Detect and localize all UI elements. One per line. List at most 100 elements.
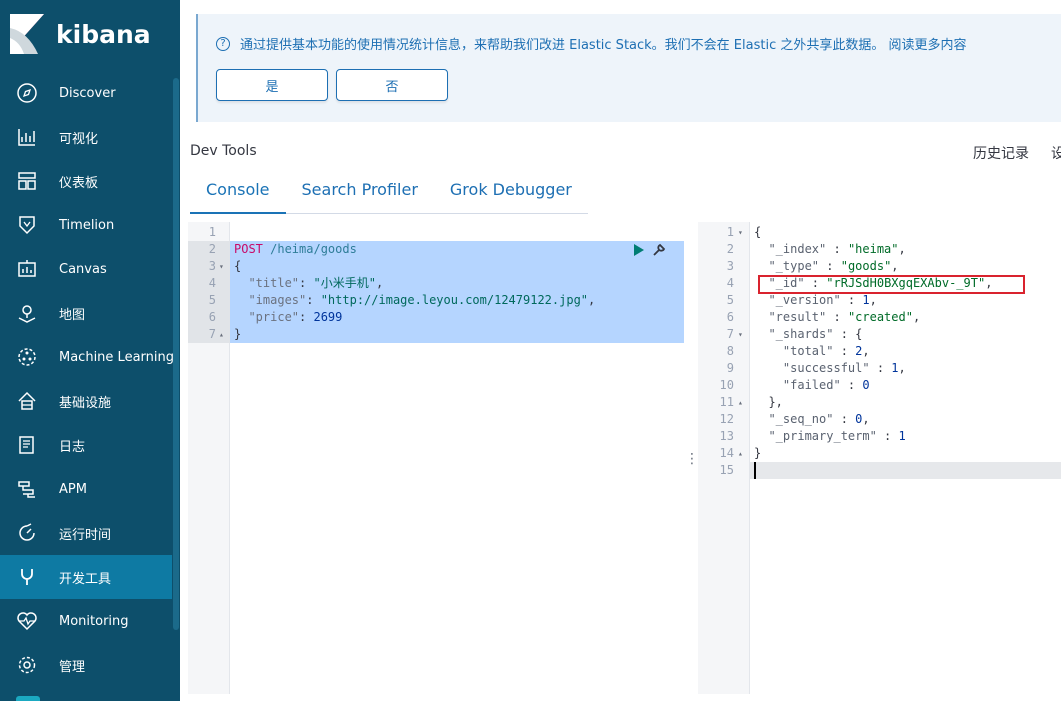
panel-resizer[interactable]: ⋮ — [685, 452, 699, 466]
settings-link[interactable]: 设 — [1051, 143, 1061, 163]
line-number: 7 — [208, 327, 216, 341]
json-string-value: "http://image.leyou.com/12479122.jpg" — [320, 293, 589, 307]
wrench-icon[interactable] — [652, 243, 666, 257]
code-line: 9 "successful" : 1, — [698, 360, 1061, 377]
line-number: 1 — [208, 225, 216, 239]
sidebar-scrollbar[interactable] — [173, 78, 179, 630]
json-separator: : — [833, 412, 856, 426]
fold-toggle-icon[interactable]: ▴ — [738, 394, 743, 411]
code-text: }, — [754, 394, 782, 411]
sidebar-item-logs[interactable]: 日志 — [0, 423, 172, 467]
sidebar-item-apm[interactable]: APM — [0, 467, 172, 511]
sidebar-item-visualize[interactable]: 可视化 — [0, 115, 172, 159]
sidebar-item-label: Discover — [59, 85, 116, 101]
sidebar-item-dashboard[interactable]: 仪表板 — [0, 159, 172, 203]
code-text: "_type" : "goods", — [754, 258, 899, 275]
code-text: { — [234, 258, 241, 275]
text-cursor — [754, 462, 756, 479]
json-key: "_index" — [754, 242, 827, 256]
line-number: 4 — [208, 276, 216, 290]
code-line: 2 POST /heima/goods — [188, 241, 684, 258]
code-text: "successful" : 1, — [754, 360, 906, 377]
sidebar-item-label: 管理 — [59, 659, 86, 675]
sidebar-item-dev-tools[interactable]: 开发工具 — [0, 555, 172, 599]
line-number: 3 — [208, 259, 216, 273]
json-separator: : — [876, 429, 899, 443]
sidebar-item-monitoring[interactable]: Monitoring — [0, 599, 172, 643]
request-actions — [634, 241, 666, 258]
json-key: "_version" — [754, 293, 841, 307]
sidebar-item-label: 仪表板 — [59, 175, 99, 191]
sidebar-item-label: Timelion — [59, 217, 115, 233]
line-number: 5 — [726, 293, 734, 307]
sidebar-item-infrastructure[interactable]: 基础设施 — [0, 379, 172, 423]
infrastructure-icon — [16, 390, 38, 412]
tab-grok-debugger[interactable]: Grok Debugger — [434, 172, 588, 214]
code-punctuation: , — [862, 412, 870, 426]
line-number: 10 — [719, 378, 734, 392]
line-number: 6 — [208, 310, 216, 324]
code-line: 2 "_index" : "heima", — [698, 241, 1061, 258]
json-separator: : — [306, 293, 321, 307]
app-name: kibana — [56, 19, 151, 49]
response-editor[interactable]: 1 ▾ {2 "_index" : "heima", 3 "_type" : "goo… — [698, 222, 1061, 694]
code-punctuation: , — [891, 259, 899, 273]
fold-toggle-icon[interactable]: ▴ — [219, 326, 224, 343]
sidebar-nav: Discover 可视化 仪表板 Timelion Canvas 地图 Mach… — [0, 71, 174, 687]
json-number-value: 1 — [898, 429, 906, 443]
fold-toggle-icon[interactable]: ▴ — [738, 445, 743, 462]
sidebar-item-uptime[interactable]: 运行时间 — [0, 511, 172, 555]
sidebar-item-discover[interactable]: Discover — [0, 71, 172, 115]
monitoring-icon — [16, 610, 38, 632]
dashboard-icon — [16, 170, 38, 192]
selection-highlight — [230, 326, 684, 343]
code-punctuation: { — [234, 259, 242, 273]
json-key: "_primary_term" — [754, 429, 877, 443]
sidebar-item-management[interactable]: 管理 — [0, 643, 172, 687]
json-separator: : — [840, 293, 863, 307]
kibana-logo-icon — [10, 14, 44, 54]
line-number: 5 — [208, 293, 216, 307]
code-line: 15 — [698, 462, 1061, 479]
telemetry-banner: ? 通过提供基本功能的使用情况统计信息，来帮助我们改进 Elastic Stac… — [196, 14, 1061, 122]
play-icon[interactable] — [634, 243, 644, 256]
json-separator: : — [833, 327, 856, 341]
json-number-value: 1 — [862, 293, 870, 307]
sidebar-item-label: 开发工具 — [59, 571, 112, 587]
sidebar-item-maps[interactable]: 地图 — [0, 291, 172, 335]
yes-button[interactable]: 是 — [216, 69, 328, 101]
code-text: "title": "小米手机", — [234, 275, 383, 292]
sidebar-item-timelion[interactable]: Timelion — [0, 203, 172, 247]
sidebar-item-canvas[interactable]: Canvas — [0, 247, 172, 291]
maps-icon — [16, 302, 38, 324]
json-string-value: "created" — [847, 310, 913, 324]
json-separator: : — [299, 276, 314, 290]
json-number-value: 1 — [891, 361, 899, 375]
line-number: 8 — [726, 344, 734, 358]
fold-toggle-icon[interactable]: ▾ — [219, 258, 224, 275]
line-number: 3 — [726, 259, 734, 273]
tab-console[interactable]: Console — [190, 172, 286, 214]
fold-toggle-icon[interactable]: ▾ — [738, 326, 743, 343]
line-number: 11 — [719, 395, 734, 409]
history-link[interactable]: 历史记录 — [973, 143, 1029, 163]
collapse-icon[interactable] — [16, 696, 40, 701]
code-punctuation: { — [855, 327, 863, 341]
request-editor[interactable]: 1 2 POST /heima/goods 3 ▾ {4 "title": "小米手机",… — [188, 222, 684, 694]
machine-learning-icon — [16, 346, 38, 368]
banner-text[interactable]: 通过提供基本功能的使用情况统计信息，来帮助我们改进 Elastic Stack。… — [240, 34, 967, 53]
tab-search-profiler[interactable]: Search Profiler — [286, 172, 434, 214]
no-button[interactable]: 否 — [336, 69, 448, 101]
code-line: 7 ▾ "_shards" : { — [698, 326, 1061, 343]
kibana-logo[interactable]: kibana — [10, 14, 151, 54]
apm-icon — [16, 478, 38, 500]
code-line: 13 "_primary_term" : 1 — [698, 428, 1061, 445]
line-number: 2 — [208, 242, 216, 256]
code-line: 12 "_seq_no" : 0, — [698, 411, 1061, 428]
fold-toggle-icon[interactable]: ▾ — [738, 224, 743, 241]
code-text: "total" : 2, — [754, 343, 870, 360]
code-line: 3 "_type" : "goods", — [698, 258, 1061, 275]
line-number: 12 — [719, 412, 734, 426]
sidebar-item-machine-learning[interactable]: Machine Learning — [0, 335, 174, 379]
sidebar-item-label: Canvas — [59, 261, 107, 277]
